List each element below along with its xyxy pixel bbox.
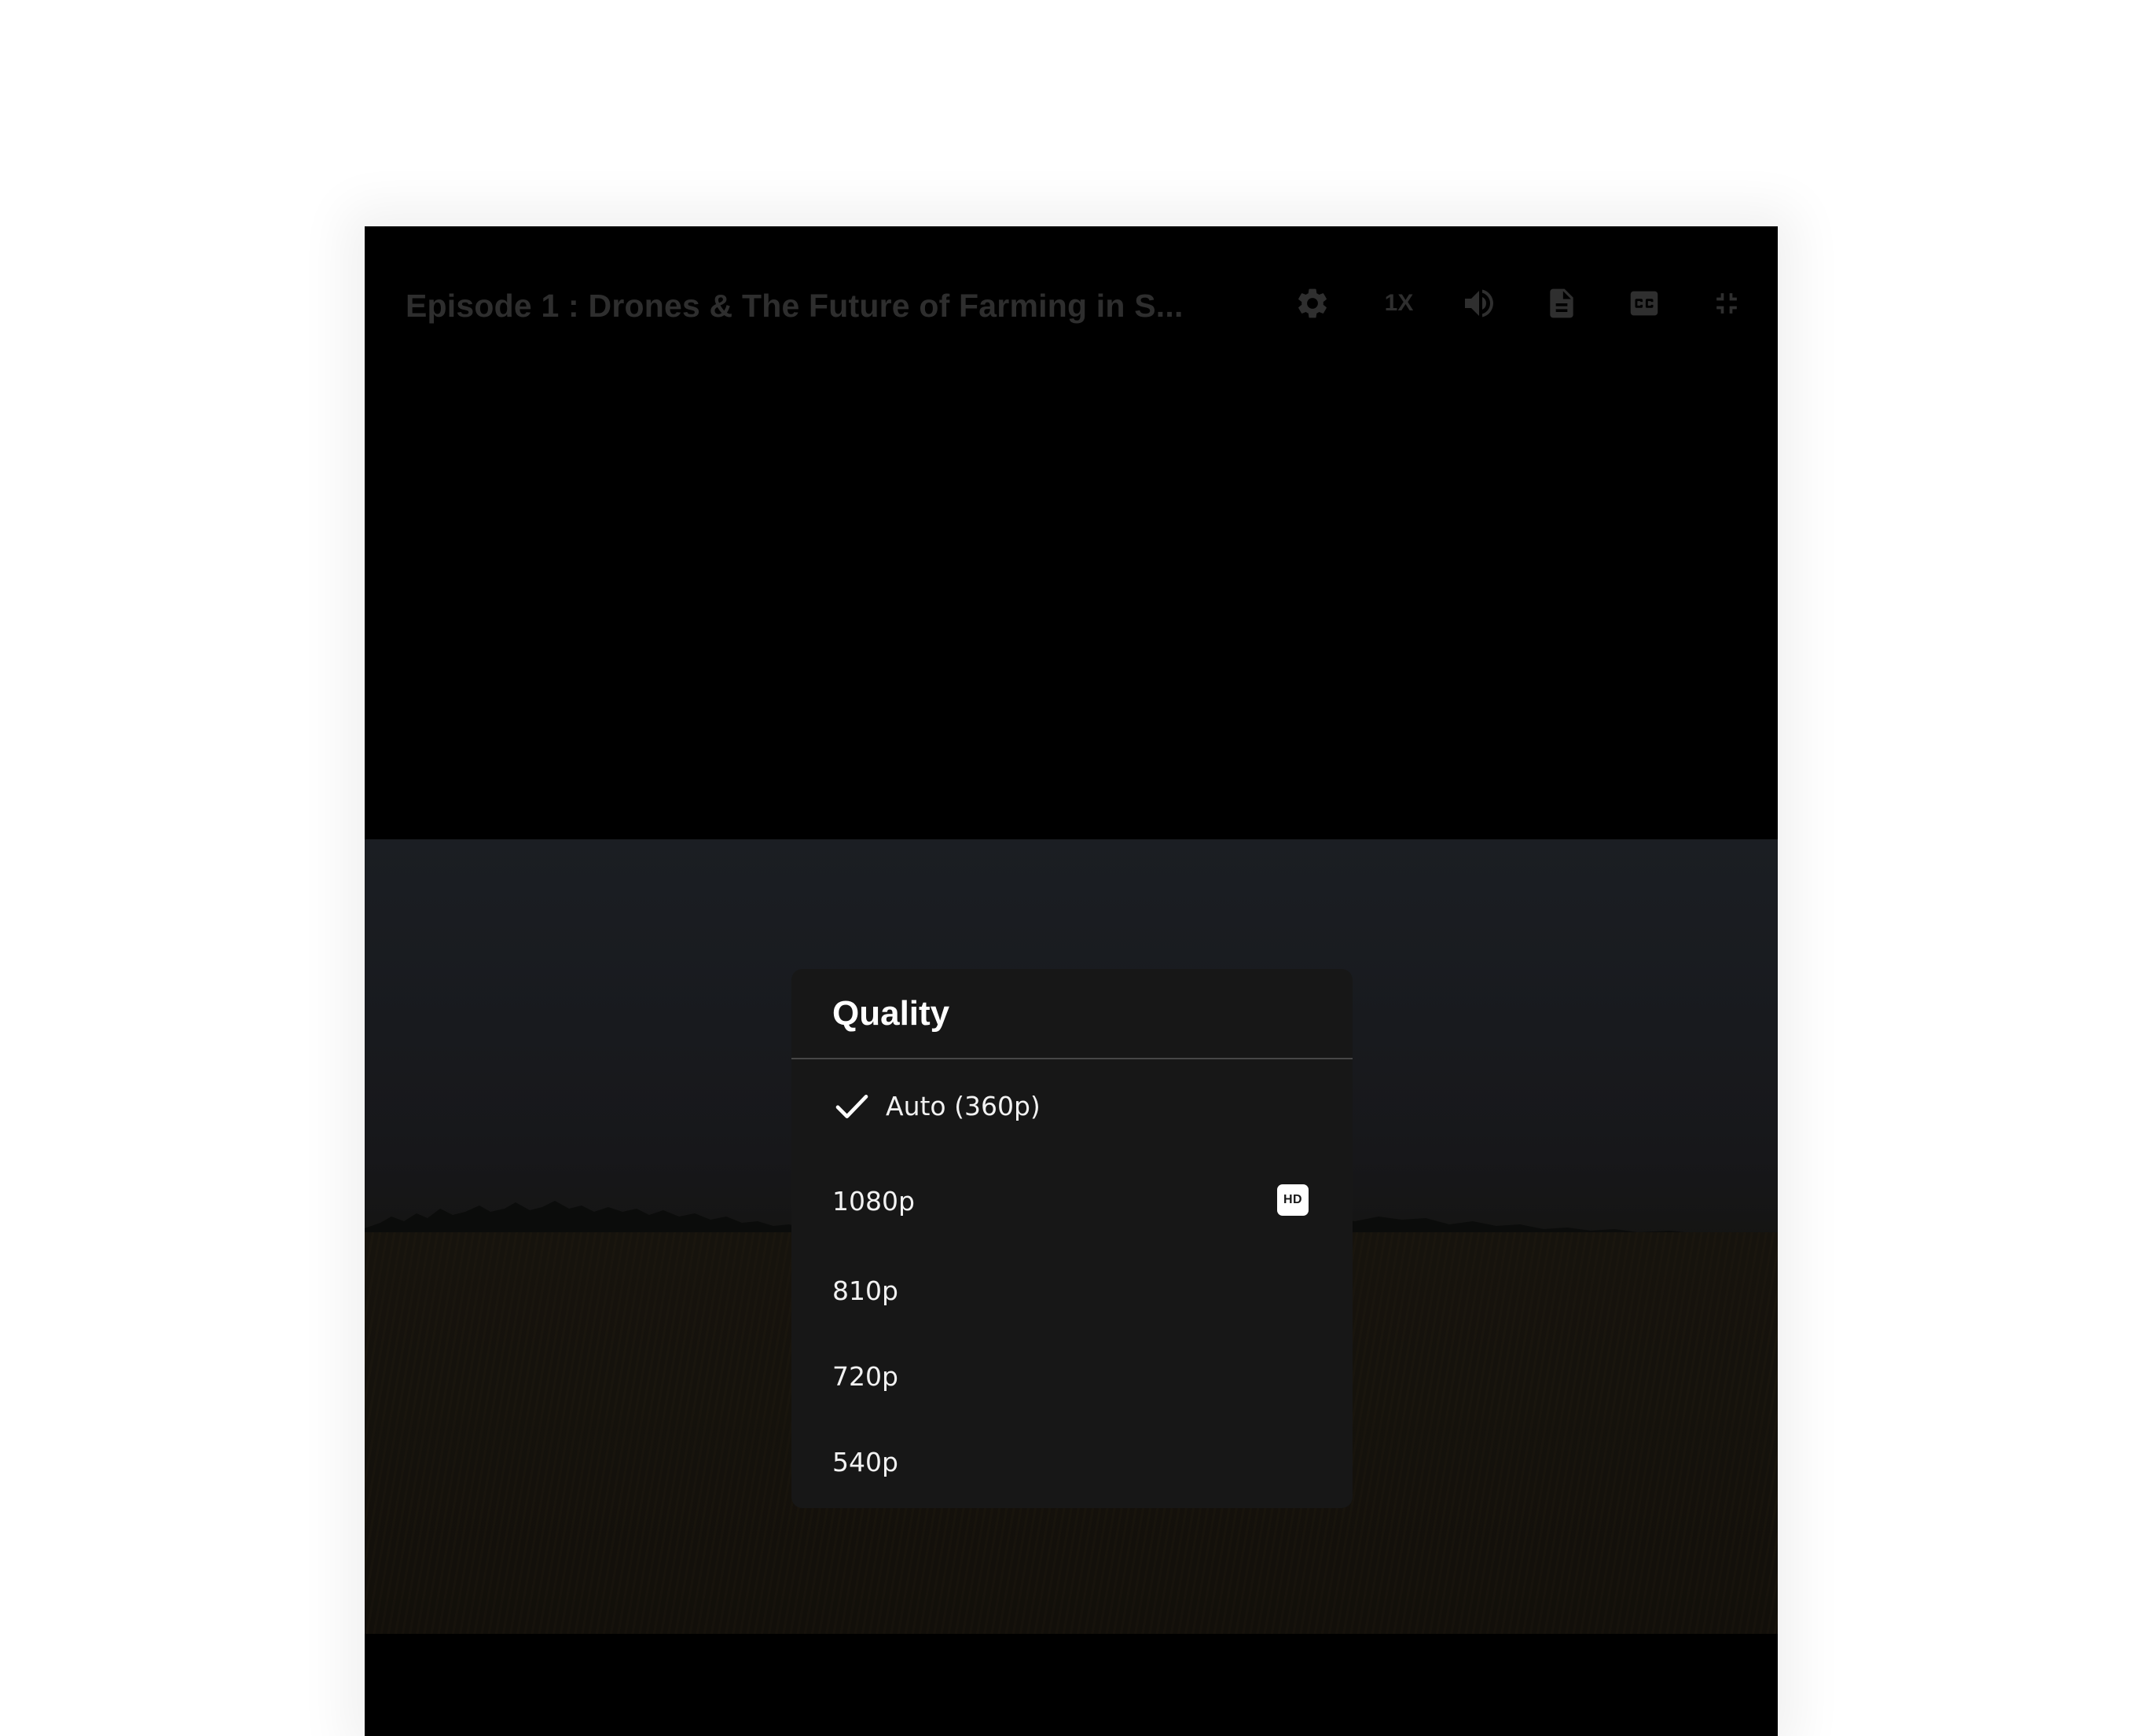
exit-fullscreen-icon [1716, 293, 1737, 314]
quality-menu-title: Quality [832, 994, 950, 1033]
video-title: Episode 1 : Drones & The Future of Farmi… [406, 288, 1184, 324]
captions-button[interactable] [1622, 281, 1666, 325]
quality-option-720p[interactable]: 720p [791, 1339, 1353, 1415]
video-player[interactable]: Episode 1 : Drones & The Future of Farmi… [365, 226, 1778, 1736]
quality-menu: Quality Auto (360p) 1080p HD 810p 720p 5… [791, 969, 1353, 1508]
playback-speed-label: 1X [1384, 290, 1414, 316]
transcript-button[interactable] [1540, 281, 1584, 325]
quality-option-label: 810p [832, 1275, 898, 1306]
quality-option-auto[interactable]: Auto (360p) [791, 1069, 1353, 1144]
volume-button[interactable] [1457, 281, 1501, 325]
quality-option-label: 720p [832, 1361, 898, 1392]
player-top-bar: Episode 1 : Drones & The Future of Farmi… [365, 226, 1778, 387]
quality-option-540p[interactable]: 540p [791, 1425, 1353, 1500]
cc-icon [1630, 291, 1658, 316]
quality-option-label: 1080p [832, 1186, 915, 1217]
quality-option-label: Auto (360p) [886, 1091, 1041, 1121]
quality-option-810p[interactable]: 810p [791, 1253, 1353, 1329]
gear-icon [1298, 288, 1327, 318]
checkmark-icon [835, 1095, 868, 1118]
settings-button[interactable] [1290, 281, 1334, 325]
volume-icon [1465, 289, 1493, 317]
hd-badge-icon: HD [1277, 1184, 1309, 1216]
document-icon [1550, 288, 1573, 318]
quality-option-label: 540p [832, 1447, 898, 1477]
quality-option-1080p[interactable]: 1080p HD [791, 1164, 1353, 1239]
page: Episode 1 : Drones & The Future of Farmi… [0, 0, 2144, 1736]
playback-speed-button[interactable]: 1X [1374, 281, 1424, 325]
exit-fullscreen-button[interactable] [1705, 281, 1749, 325]
quality-menu-header: Quality [791, 969, 1353, 1059]
